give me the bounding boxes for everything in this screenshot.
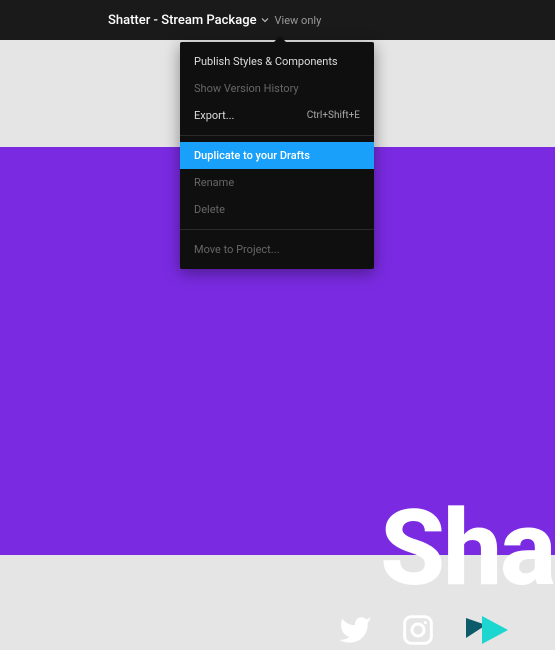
chevron-down-icon[interactable] bbox=[261, 16, 269, 24]
headline-text: Sha bbox=[380, 487, 554, 610]
menu-item-label: Delete bbox=[194, 203, 225, 216]
menu-item-delete[interactable]: Delete bbox=[180, 196, 374, 223]
menu-divider bbox=[180, 135, 374, 136]
social-icons-row bbox=[338, 610, 514, 650]
instagram-icon bbox=[402, 614, 434, 646]
menu-item-label: Export... bbox=[194, 109, 234, 122]
twitter-icon bbox=[338, 613, 372, 647]
menu-item-export[interactable]: Export... Ctrl+Shift+E bbox=[180, 102, 374, 129]
menu-item-label: Move to Project... bbox=[194, 243, 279, 256]
menu-item-label: Publish Styles & Components bbox=[194, 55, 338, 68]
view-only-badge: View only bbox=[275, 14, 322, 27]
menu-item-version-history[interactable]: Show Version History bbox=[180, 75, 374, 102]
document-title[interactable]: Shatter - Stream Package bbox=[108, 13, 257, 28]
document-context-menu: Publish Styles & Components Show Version… bbox=[180, 42, 374, 269]
menu-item-label: Duplicate to your Drafts bbox=[194, 149, 310, 162]
menu-item-label: Rename bbox=[194, 176, 234, 189]
menu-item-publish[interactable]: Publish Styles & Components bbox=[180, 48, 374, 75]
menu-item-rename[interactable]: Rename bbox=[180, 169, 374, 196]
menu-item-move-project[interactable]: Move to Project... bbox=[180, 236, 374, 263]
menu-divider bbox=[180, 229, 374, 230]
menu-item-shortcut: Ctrl+Shift+E bbox=[307, 110, 360, 121]
menu-item-duplicate[interactable]: Duplicate to your Drafts bbox=[180, 142, 374, 169]
top-bar: Shatter - Stream Package View only bbox=[0, 0, 555, 40]
menu-item-label: Show Version History bbox=[194, 82, 299, 95]
play-brand-icon bbox=[464, 610, 514, 650]
